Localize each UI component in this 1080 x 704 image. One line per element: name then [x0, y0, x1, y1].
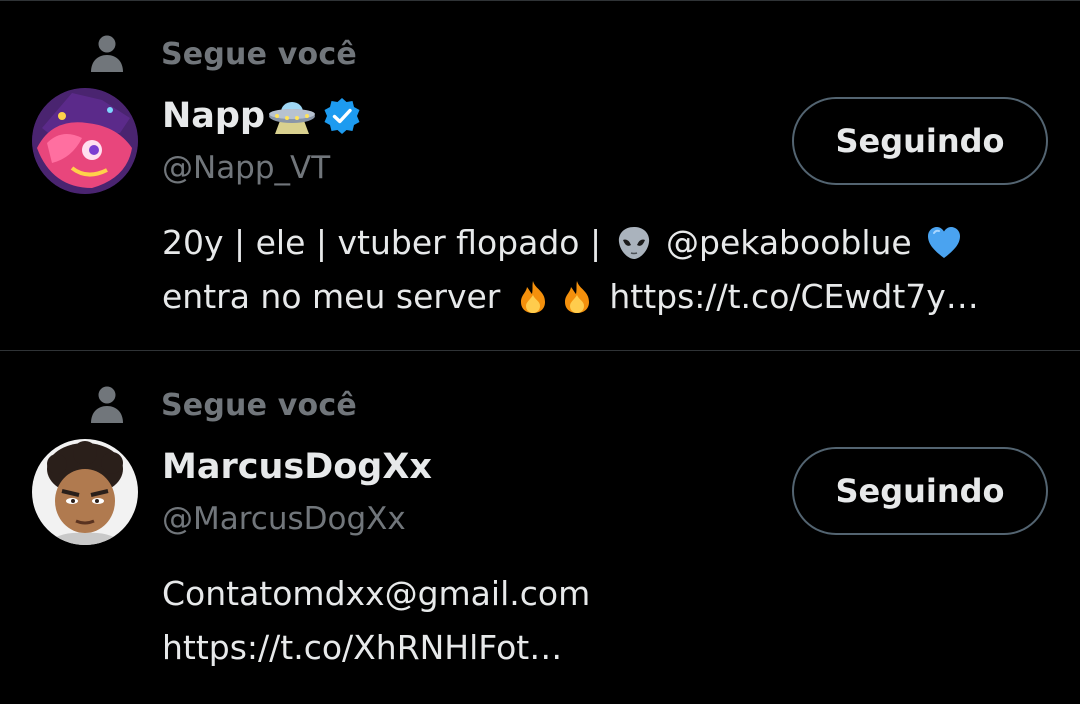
- bio-line: https://t.co/XhRNHlFot…: [162, 621, 1052, 675]
- bio-link[interactable]: https://t.co/XhRNHlFot…: [162, 621, 562, 675]
- verified-badge-icon[interactable]: [323, 97, 361, 135]
- name-row[interactable]: MarcusDogXx: [162, 439, 432, 495]
- user-handle[interactable]: @MarcusDogXx: [162, 501, 406, 537]
- social-context: Segue você: [88, 383, 357, 427]
- bio-line: Contatomdxx@gmail.com: [162, 567, 1052, 621]
- avatar[interactable]: [32, 439, 138, 545]
- fire-emoji: [564, 281, 589, 313]
- display-name[interactable]: MarcusDogXx: [162, 447, 432, 487]
- following-button[interactable]: Seguindo: [792, 97, 1048, 185]
- follows-you-label: Segue você: [161, 387, 357, 423]
- following-button[interactable]: Seguindo: [792, 447, 1048, 535]
- user-bio: Contatomdxx@gmail.com https://t.co/XhRNH…: [162, 567, 1052, 675]
- alien-emoji: [618, 227, 649, 259]
- bio-mention[interactable]: @pekabooblue: [656, 216, 923, 270]
- user-list: Segue você Napp @Napp_VT 20y | ele | vtu…: [0, 0, 1080, 704]
- bio-text: entra no meu server: [162, 277, 511, 316]
- bio-link[interactable]: https://t.co/CEwdt7y…: [599, 270, 978, 324]
- ufo-emoji: [269, 102, 316, 134]
- bio-text: Contatomdxx@gmail.com: [162, 574, 591, 613]
- bio-text: 20y | ele | vtuber flopado |: [162, 223, 612, 262]
- user-cell[interactable]: Segue você MarcusDogXx @MarcusDogXx Cont…: [0, 351, 1080, 704]
- bio-line: entra no meu server https://t.co/CEwdt7y…: [162, 270, 1052, 324]
- display-name[interactable]: Napp: [162, 96, 265, 136]
- user-bio: 20y | ele | vtuber flopado | @pekabooblu…: [162, 216, 1052, 324]
- avatar-image: [32, 88, 138, 194]
- avatar-image: [32, 439, 138, 545]
- user-handle[interactable]: @Napp_VT: [162, 150, 330, 186]
- user-cell[interactable]: Segue você Napp @Napp_VT 20y | ele | vtu…: [0, 0, 1080, 350]
- person-icon: [91, 35, 123, 72]
- name-row[interactable]: Napp: [162, 88, 361, 144]
- person-icon: [91, 386, 123, 423]
- bio-line: 20y | ele | vtuber flopado | @pekabooblu…: [162, 216, 1052, 270]
- social-context: Segue você: [88, 32, 357, 76]
- blue-heart-emoji: [928, 227, 961, 258]
- fire-emoji: [520, 281, 545, 313]
- avatar[interactable]: [32, 88, 138, 194]
- follows-you-label: Segue você: [161, 36, 357, 72]
